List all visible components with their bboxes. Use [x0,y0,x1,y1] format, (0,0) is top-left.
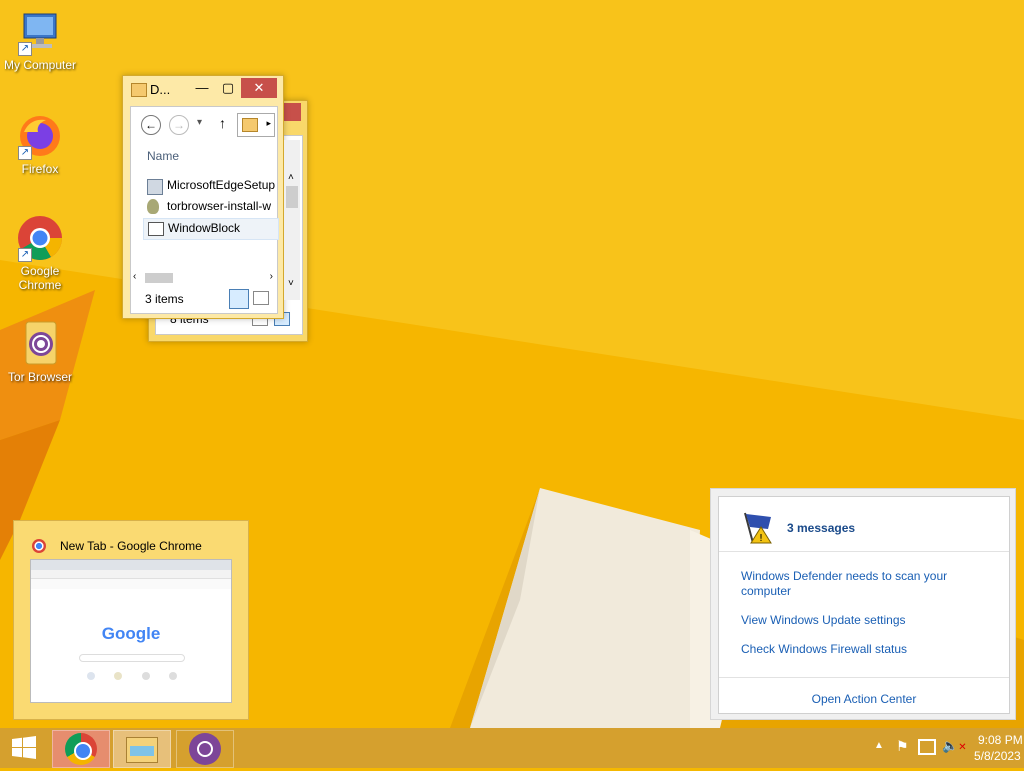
system-tray: ▲ ⚑ 🔈✕ 9:08 PM 5/8/2023 [844,728,1024,768]
scroll-up-arrow[interactable]: ˄ [288,172,294,183]
vertical-scrollbar[interactable]: ˄ ˅ [284,140,300,300]
desktop-icon-label: Firefox [21,162,59,176]
shortcut-arrow-icon: ↗ [18,248,32,262]
divider [719,677,1009,678]
address-bar[interactable]: ▸ [237,113,275,137]
thumb-shortcuts [87,672,177,680]
list-item[interactable]: WindowBlock [143,218,279,240]
clock-date[interactable]: 5/8/2023 [974,749,1021,763]
desktop-icon-my-computer[interactable]: ↗ My Computer [0,8,80,72]
svg-text:!: ! [759,533,763,544]
taskbar-file-explorer-button[interactable] [113,730,171,768]
explorer-front-content: ← → ▾ ↑ ▸ Name MicrosoftEdgeSetup torbro… [130,106,279,314]
action-center-flyout: ! 3 messages Windows Defender needs to s… [710,488,1016,720]
scroll-thumb[interactable] [145,273,173,283]
recent-locations-chevron-icon[interactable]: ▾ [197,117,202,128]
close-button[interactable] [281,103,301,121]
google-logo: Google [101,624,161,643]
file-name: MicrosoftEdgeSetup [167,178,276,192]
action-center-flag-icon[interactable]: ⚑ [896,738,909,755]
status-bar: 3 items [145,292,184,306]
downloads-folder-icon [242,118,258,132]
chrome-center [74,742,92,760]
details-view-icon[interactable] [229,289,249,309]
flyout-header: 3 messages [787,521,856,535]
action-center-flag-icon: ! [741,511,777,545]
scroll-thumb[interactable] [286,186,298,208]
large-icons-view-icon[interactable] [253,291,269,305]
divider [719,551,1009,552]
clock-time[interactable]: 9:08 PM [978,733,1023,747]
thumb-toolbar [31,570,231,579]
thumb-infobar [31,579,231,589]
taskbar-thumbnail-preview[interactable]: New Tab - Google Chrome Google [13,520,249,720]
horizontal-scrollbar[interactable]: ‹ › [133,271,273,285]
up-button[interactable]: ↑ [219,115,226,131]
desktop-icon-label: Tor Browser [7,370,72,384]
desktop-icon-google-chrome[interactable]: ↗ Google Chrome [0,214,80,292]
thumbnail-image: Google [30,559,232,703]
thumb-tabstrip [31,560,231,570]
maximize-button[interactable]: ▢ [215,78,241,98]
desktop-icon-label: Google Chrome [18,264,62,292]
firefox-icon: ↗ [16,112,64,160]
application-icon [148,222,164,236]
shortcut-arrow-icon: ↗ [18,42,32,56]
scroll-down-arrow[interactable]: ˅ [288,278,294,289]
list-item[interactable]: torbrowser-install-w [147,198,275,216]
chrome-icon [32,539,46,553]
desktop-icon-firefox[interactable]: ↗ Firefox [0,112,80,176]
scroll-left-arrow[interactable]: ‹ [133,271,136,282]
network-icon[interactable] [918,739,936,755]
file-name: torbrowser-install-w [167,199,272,213]
file-name: WindowBlock [168,221,241,235]
tor-browser-icon [16,320,64,368]
tor-browser-icon [189,733,221,765]
volume-muted-icon[interactable]: 🔈✕ [942,738,967,754]
installer-icon [147,179,163,195]
start-button[interactable] [0,728,48,768]
close-button[interactable]: ✕ [241,78,277,98]
scroll-right-arrow[interactable]: › [270,271,273,282]
computer-icon: ↗ [16,8,64,56]
thumb-search-box [79,654,185,662]
window-title: D... [150,82,171,97]
shortcut-arrow-icon: ↗ [18,146,32,160]
desktop-icon-tor-browser[interactable]: Tor Browser [0,320,80,384]
column-header-name[interactable]: Name [147,149,179,163]
windows-update-link[interactable]: View Windows Update settings [741,613,906,627]
list-item[interactable]: MicrosoftEdgeSetup [147,177,275,195]
desktop-icon-label: My Computer [3,58,77,72]
forward-button[interactable]: → [169,115,189,135]
open-action-center-link[interactable]: Open Action Center [719,692,1009,706]
taskbar: ▲ ⚑ 🔈✕ 9:08 PM 5/8/2023 [0,728,1024,768]
show-hidden-icons-chevron-icon[interactable]: ▲ [874,740,884,751]
folder-icon [131,83,147,97]
back-button[interactable]: ← [141,115,161,135]
explorer-window-front[interactable]: D... — ▢ ✕ ← → ▾ ↑ ▸ Name MicrosoftEdgeS… [122,75,284,319]
minimize-button[interactable]: — [189,78,215,98]
taskbar-chrome-button[interactable] [52,730,110,768]
breadcrumb-chevron-icon: ▸ [266,118,271,128]
windows-logo-icon [12,736,36,759]
tor-installer-icon [147,199,159,214]
thumbnail-title: New Tab - Google Chrome [60,539,202,553]
chrome-icon: ↗ [16,214,64,262]
taskbar-tor-browser-button[interactable] [176,730,234,768]
firewall-status-link[interactable]: Check Windows Firewall status [741,642,907,656]
defender-scan-link[interactable]: Windows Defender needs to scan your comp… [741,569,971,599]
file-explorer-icon [126,737,158,763]
flyout-panel: ! 3 messages Windows Defender needs to s… [718,496,1010,714]
